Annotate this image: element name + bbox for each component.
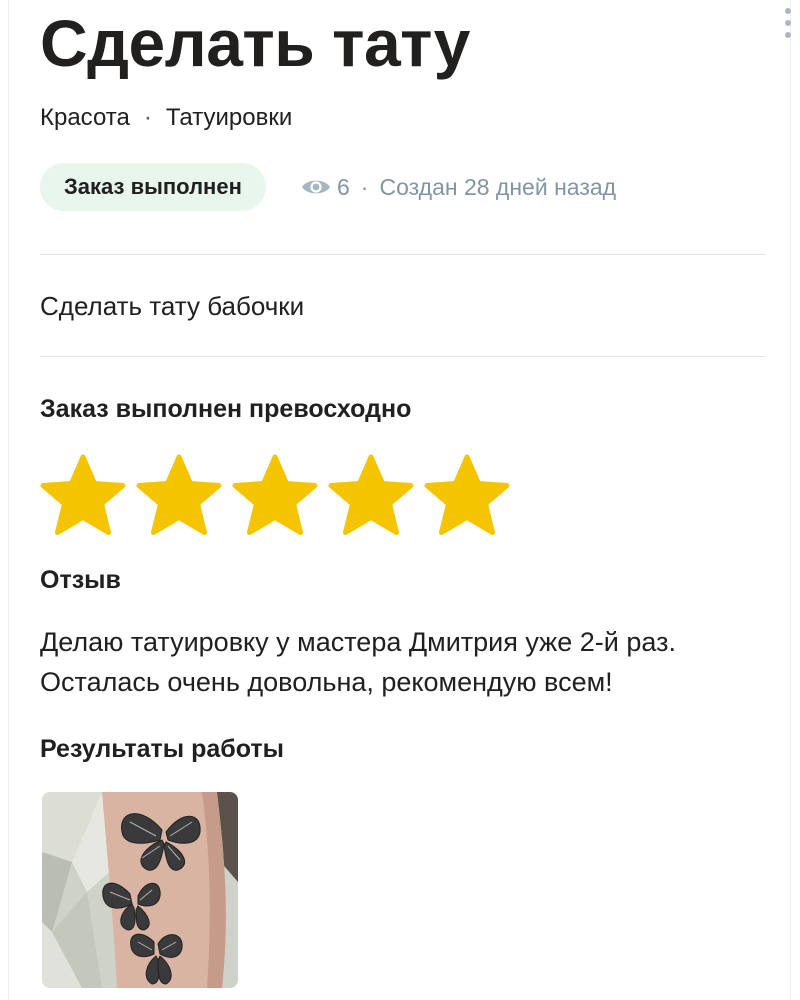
status-badge: Заказ выполнен	[40, 163, 266, 211]
star-icon	[40, 454, 126, 535]
review-text: Делаю татуировку у мастера Дмитрия уже 2…	[40, 627, 676, 697]
order-card: Сделать тату Красота · Татуировки Заказ вы…	[40, 0, 791, 1000]
result-photo[interactable]	[42, 792, 238, 988]
rating-heading: Заказ выполнен превосходно	[40, 395, 412, 423]
eye-icon	[302, 180, 330, 194]
results-heading: Результаты работы	[40, 735, 284, 763]
breadcrumb-separator: ·	[143, 104, 152, 131]
more-vertical-icon-dot	[785, 32, 791, 38]
review-heading: Отзыв	[40, 566, 121, 594]
meta-separator: ·	[360, 174, 369, 200]
star-icon	[136, 454, 222, 535]
divider	[40, 254, 766, 255]
star-icon	[424, 454, 510, 535]
order-description: Сделать тату бабочки	[40, 291, 305, 321]
created-date: Создан 28 дней назад	[379, 174, 617, 200]
star-rating	[40, 454, 520, 536]
breadcrumb-subcategory[interactable]: Татуировки	[166, 104, 292, 131]
divider	[40, 356, 766, 357]
page-edge-left	[8, 0, 9, 1000]
order-meta: 6 · Создан 28 дней назад	[301, 172, 616, 202]
star-icon	[328, 454, 414, 535]
breadcrumb-category[interactable]: Красота	[40, 104, 130, 131]
page-edge-right	[790, 0, 791, 1000]
star-icon	[232, 454, 318, 535]
views-count: 6	[337, 174, 350, 200]
more-vertical-icon-dot	[785, 20, 791, 26]
more-vertical-icon	[785, 8, 791, 14]
more-menu-button[interactable]	[776, 6, 800, 40]
butterfly-tattoo-photo	[42, 792, 238, 988]
breadcrumb: Красота · Татуировки	[40, 104, 292, 132]
order-title: Сделать тату	[40, 6, 470, 80]
